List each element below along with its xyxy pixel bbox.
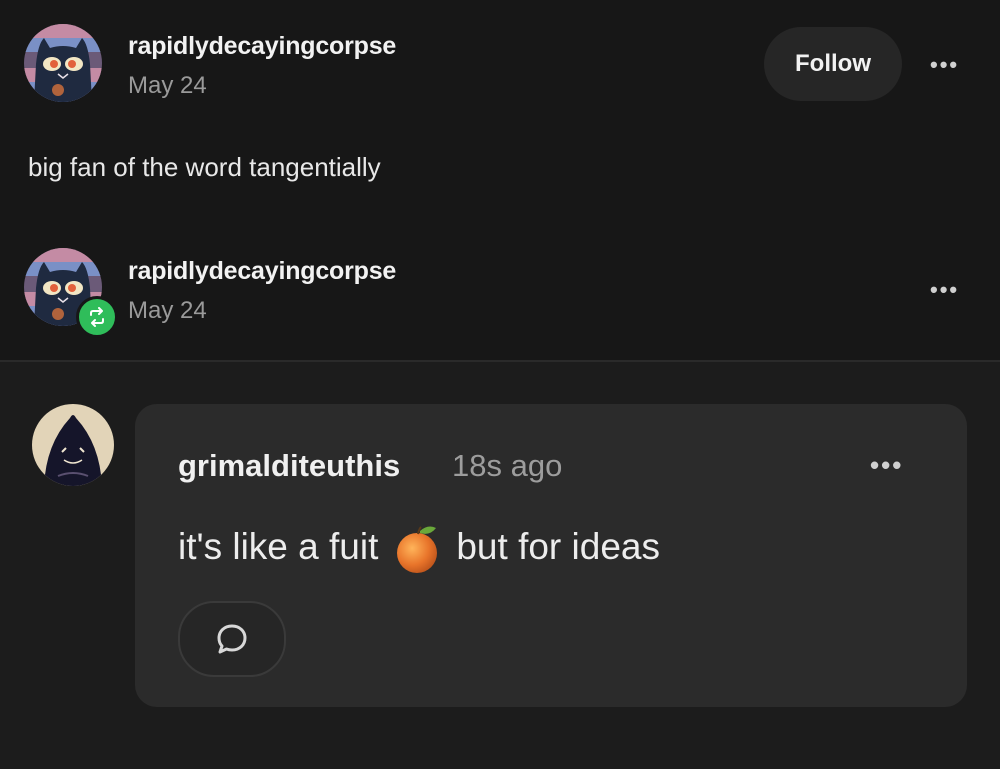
speech-bubble-icon (217, 624, 247, 654)
reply-timestamp: 18s ago (452, 448, 563, 483)
hooded-figure-avatar-icon (32, 404, 114, 486)
reply-text-after: but for ideas (456, 526, 660, 567)
cat-avatar-icon (24, 24, 102, 102)
post-body: big fan of the word tangentially (28, 152, 381, 182)
author-username[interactable]: rapidlydecayingcorpse (128, 32, 396, 61)
reply-text-before: it's like a fuit (178, 526, 379, 567)
reblog-date[interactable]: May 24 (128, 297, 207, 325)
reblog-icon (76, 296, 118, 338)
orange-fruit-icon (394, 524, 440, 574)
follow-button[interactable]: Follow (764, 27, 902, 101)
reblog-more-icon[interactable]: ••• (930, 277, 959, 303)
reply-comment-button[interactable] (178, 601, 286, 677)
replier-avatar[interactable] (32, 404, 114, 486)
author-avatar[interactable] (24, 24, 102, 102)
reply-body: it's like a fuit but for ideas (178, 522, 660, 574)
reblog-header (0, 222, 1000, 362)
post-date[interactable]: May 24 (128, 72, 207, 100)
post-more-icon[interactable]: ••• (930, 52, 959, 78)
reply-more-icon[interactable]: ••• (870, 450, 903, 481)
reply-author[interactable]: grimalditeuthis (178, 448, 400, 484)
reblogger-username[interactable]: rapidlydecayingcorpse (128, 257, 396, 286)
